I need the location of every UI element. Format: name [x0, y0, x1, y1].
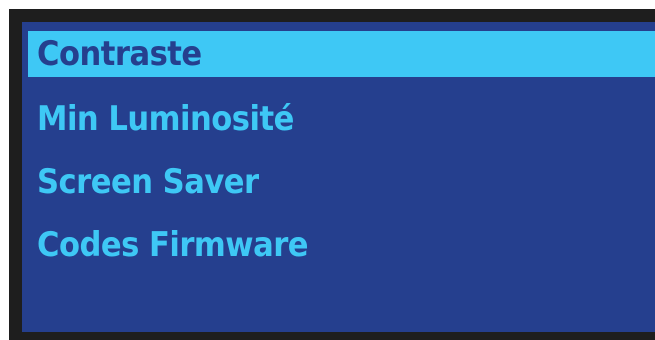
menu-item-min-luminosite[interactable]: Min Luminosité: [28, 96, 655, 142]
menu-item-codes-firmware[interactable]: Codes Firmware: [28, 222, 655, 268]
lcd-screen: Contraste Min Luminosité Screen Saver Co…: [22, 22, 655, 332]
menu-item-screen-saver[interactable]: Screen Saver: [28, 159, 655, 205]
menu-item-contraste[interactable]: Contraste: [28, 31, 655, 77]
